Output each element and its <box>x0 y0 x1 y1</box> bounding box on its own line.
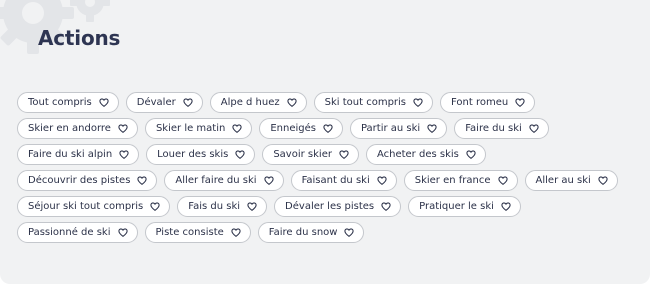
heart-icon[interactable] <box>501 202 511 211</box>
heart-icon[interactable] <box>427 124 437 133</box>
tag-label: Alpe d huez <box>220 97 280 108</box>
tag-chip[interactable]: Skier en andorre <box>17 118 138 139</box>
heart-icon[interactable] <box>150 202 160 211</box>
heart-icon[interactable] <box>339 150 349 159</box>
tag-label: Enneigés <box>270 123 316 134</box>
heart-icon[interactable] <box>287 98 297 107</box>
tag-label: Faire du snow <box>268 227 338 238</box>
tag-chip[interactable]: Font romeu <box>440 92 536 113</box>
tag-chip[interactable]: Aller faire du ski <box>164 170 284 191</box>
tag-label: Aller au ski <box>535 175 591 186</box>
tag-label: Faire du ski alpin <box>28 149 113 160</box>
tag-chip[interactable]: Skier le matin <box>144 118 253 139</box>
tag-label: Séjour ski tout compris <box>28 201 144 212</box>
tag-label: Piste consiste <box>155 227 224 238</box>
heart-icon[interactable] <box>413 98 423 107</box>
tag-label: Ski tout compris <box>324 97 407 108</box>
tag-label: Savoir skier <box>273 149 332 160</box>
tag-chip[interactable]: Skier en france <box>403 170 518 191</box>
heart-icon[interactable] <box>119 150 129 159</box>
tag-chip[interactable]: Alpe d huez <box>209 92 307 113</box>
heart-icon[interactable] <box>598 176 608 185</box>
tag-chip[interactable]: Faire du ski <box>454 118 549 139</box>
tag-chip[interactable]: Acheter des skis <box>365 144 486 165</box>
heart-icon[interactable] <box>99 98 109 107</box>
tag-label: Louer des skis <box>157 149 229 160</box>
tag-chip[interactable]: Découvrir des pistes <box>17 170 158 191</box>
tag-chip[interactable]: Pratiquer le ski <box>408 196 521 217</box>
heart-icon[interactable] <box>377 176 387 185</box>
tag-label: Acheter des skis <box>376 149 459 160</box>
section-title: Actions <box>38 26 121 50</box>
tag-label: Faire du ski <box>465 123 522 134</box>
actions-panel: Actions Tout compris Dévaler Alpe d huez Sk… <box>0 0 650 284</box>
heart-icon[interactable] <box>344 228 355 237</box>
heart-icon[interactable] <box>529 124 539 133</box>
heart-icon[interactable] <box>466 150 476 159</box>
heart-icon[interactable] <box>117 228 128 237</box>
heart-icon[interactable] <box>323 124 333 133</box>
heart-icon[interactable] <box>137 176 148 185</box>
tag-chip[interactable]: Séjour ski tout compris <box>17 196 171 217</box>
tag-chip[interactable]: Tout compris <box>17 92 119 113</box>
tag-label: Font romeu <box>451 97 509 108</box>
tag-chip[interactable]: Enneigés <box>259 118 343 139</box>
tag-label: Skier en andorre <box>28 123 111 134</box>
tag-label: Skier en france <box>414 175 491 186</box>
heart-icon[interactable] <box>232 124 242 133</box>
heart-icon[interactable] <box>247 202 257 211</box>
heart-icon[interactable] <box>263 176 274 185</box>
tag-chip[interactable]: Piste consiste <box>144 222 251 243</box>
heart-icon[interactable] <box>235 150 245 159</box>
tag-chip[interactable]: Fais du ski <box>177 196 268 217</box>
tag-label: Passionné de ski <box>28 227 111 238</box>
tag-chip[interactable]: Passionné de ski <box>17 222 138 243</box>
tag-label: Faisant du ski <box>301 175 370 186</box>
tag-label: Dévaler les pistes <box>285 201 375 212</box>
tag-label: Aller faire du ski <box>175 175 257 186</box>
heart-icon[interactable] <box>381 202 391 211</box>
heart-icon[interactable] <box>231 228 241 237</box>
tag-chip[interactable]: Faisant du ski <box>290 170 397 191</box>
tag-label: Skier le matin <box>155 123 226 134</box>
tag-label: Fais du ski <box>188 201 241 212</box>
tag-chip[interactable]: Dévaler les pistes <box>274 196 402 217</box>
tag-label: Tout compris <box>28 97 92 108</box>
heart-icon[interactable] <box>118 124 128 133</box>
tag-list: Tout compris Dévaler Alpe d huez Ski tout c… <box>17 92 632 243</box>
tag-chip[interactable]: Dévaler <box>125 92 203 113</box>
tag-chip[interactable]: Aller au ski <box>524 170 618 191</box>
heart-icon[interactable] <box>515 98 525 107</box>
tag-chip[interactable]: Ski tout compris <box>313 92 434 113</box>
tag-chip[interactable]: Partir au ski <box>349 118 448 139</box>
tag-label: Pratiquer le ski <box>419 201 494 212</box>
tag-label: Découvrir des pistes <box>28 175 131 186</box>
tag-chip[interactable]: Faire du ski alpin <box>17 144 140 165</box>
tag-chip[interactable]: Savoir skier <box>262 144 359 165</box>
heart-icon[interactable] <box>497 176 508 185</box>
tag-chip[interactable]: Faire du snow <box>257 222 365 243</box>
tag-chip[interactable]: Louer des skis <box>146 144 256 165</box>
heart-icon[interactable] <box>183 98 193 107</box>
tag-label: Dévaler <box>136 97 176 108</box>
tag-label: Partir au ski <box>360 123 421 134</box>
